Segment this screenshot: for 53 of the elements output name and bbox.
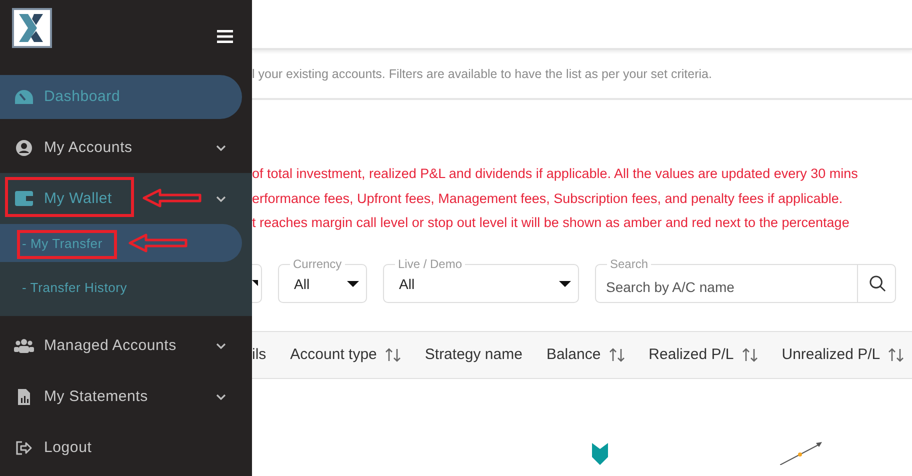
chevron-down-icon (216, 144, 226, 150)
sort-icon[interactable] (608, 348, 625, 362)
sort-icon[interactable] (888, 348, 904, 362)
dropdown-field[interactable]: Currency All (278, 256, 367, 302)
caret-icon (252, 280, 258, 286)
column-header[interactable]: Account type (290, 346, 377, 363)
logout-icon (14, 440, 34, 454)
nav-label: My Accounts (44, 139, 132, 156)
field-label: Live / Demo (395, 256, 466, 270)
caret-icon (347, 280, 359, 286)
field-value: All (294, 276, 310, 292)
menu-icon[interactable] (217, 30, 233, 43)
nav-item[interactable]: Logout (0, 422, 252, 473)
user-icon (14, 140, 34, 156)
nav-label: Dashboard (44, 88, 120, 105)
nav-label: My Wallet (44, 190, 112, 207)
arrow-drawing (142, 188, 202, 208)
nav-item[interactable]: My Statements (0, 371, 252, 422)
gauge-icon (14, 88, 34, 104)
chevron-down-icon (216, 196, 226, 202)
dropdown-field[interactable]: Live / Demo All (383, 256, 579, 302)
notice-text: of total investment, realized P&L and dividends if applicable. All the values are updated every 30 mins (252, 165, 859, 183)
field-value: All (399, 276, 415, 292)
arrow-drawing (128, 233, 188, 253)
column-header[interactable]: Strategy name (424, 346, 522, 363)
notice-text: erformance fees, Upfront fees, Management fees, Subscription fees, and penalty fees if applicable. (252, 190, 844, 208)
field-label: Search (607, 256, 652, 270)
nav-label: My Statements (44, 388, 148, 405)
column-header[interactable]: Balance (546, 346, 601, 363)
arrow-down-icon (592, 442, 608, 464)
column-header[interactable]: Realized P/L (648, 346, 734, 363)
description-text: l your existing accounts. Filters are available to have the list as per your set criteria. (252, 50, 912, 100)
sort-icon[interactable] (384, 348, 401, 362)
chevron-down-icon (216, 342, 226, 348)
logo-icon[interactable] (12, 8, 52, 48)
trend-line-icon (780, 440, 824, 464)
nav-item[interactable]: My Wallet (0, 173, 252, 224)
sort-icon[interactable] (742, 348, 758, 362)
column-header[interactable]: ils (252, 346, 266, 363)
notice-text: t reaches margin call level or stop out level it will be shown as amber and red next to the percentage (252, 214, 850, 232)
nav-label: Managed Accounts (44, 337, 176, 354)
search-icon (868, 274, 886, 292)
column-header[interactable]: Unrealized P/L (782, 346, 880, 363)
field-label: Currency (290, 256, 345, 270)
caret-icon (559, 280, 571, 286)
nav-item[interactable]: Managed Accounts (0, 320, 252, 371)
users-icon (14, 338, 34, 352)
chevron-down-icon (216, 394, 226, 400)
nav-label: Logout (44, 439, 92, 456)
submenu-item[interactable]: - Transfer History (0, 262, 242, 312)
wallet-icon (14, 191, 34, 206)
search-input[interactable]: Search by A/C name (595, 271, 857, 295)
nav-item[interactable]: My Accounts (0, 122, 252, 173)
